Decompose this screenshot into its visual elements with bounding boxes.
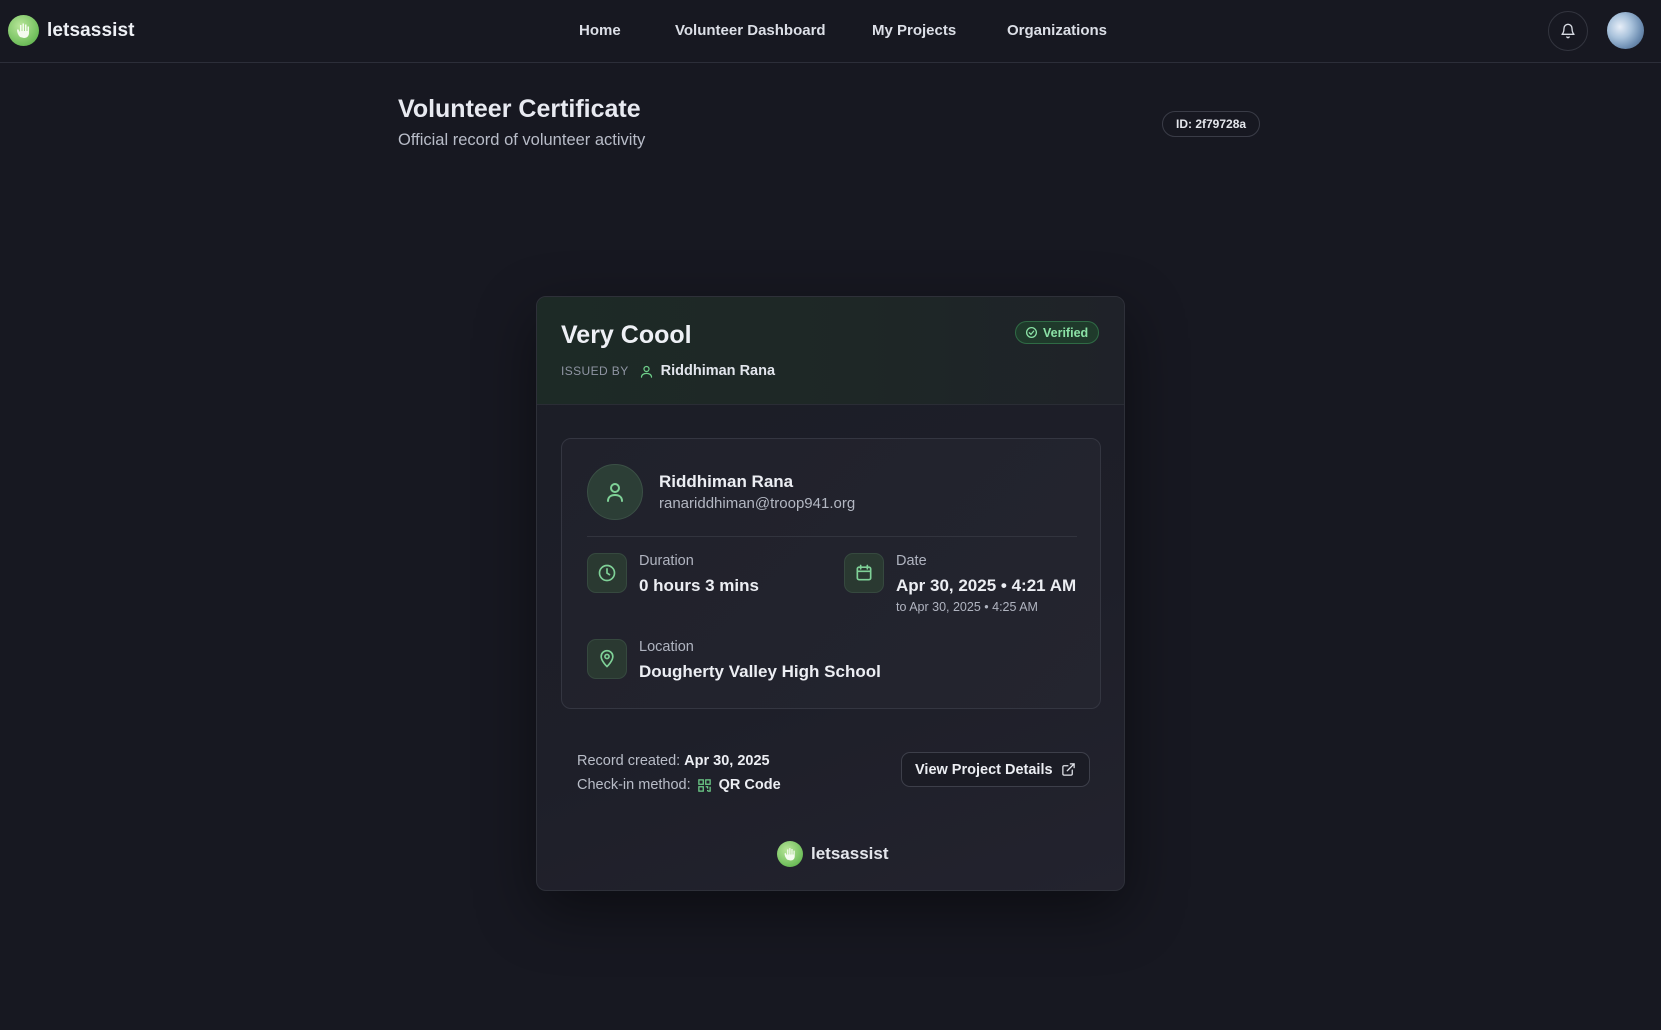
qr-code-icon [697, 778, 711, 792]
checkin-method-row: Check-in method: QR Code [577, 773, 781, 797]
user-icon [640, 365, 652, 378]
record-created-row: Record created: Apr 30, 2025 [577, 749, 781, 773]
page-subtitle: Official record of volunteer activity [398, 131, 646, 149]
clock-icon [598, 564, 616, 582]
bell-icon [1561, 23, 1575, 39]
nav-organizations[interactable]: Organizations [1007, 22, 1107, 39]
record-created-label: Record created: [577, 753, 681, 769]
verified-label: Verified [1043, 325, 1089, 340]
volunteer-email: ranariddhiman@troop941.org [659, 495, 856, 512]
hand-logo-icon [777, 841, 803, 867]
footer-brand-name: letsassist [811, 844, 889, 863]
checkin-method-value: QR Code [718, 777, 781, 793]
notifications-button[interactable] [1548, 11, 1588, 51]
duration-value: 0 hours 3 mins [639, 576, 759, 595]
date-icon-box [844, 553, 884, 593]
nav-my-projects[interactable]: My Projects [872, 22, 956, 39]
certificate-details-panel: Riddhiman Rana ranariddhiman@troop941.or… [561, 438, 1101, 709]
verified-badge: Verified [1015, 321, 1100, 344]
user-avatar-button[interactable] [1607, 12, 1644, 49]
certificate-title: Very Coool [561, 321, 692, 349]
issued-by-row: ISSUED BY Riddhiman Rana [561, 363, 775, 379]
external-link-icon [1061, 763, 1075, 776]
page-title: Volunteer Certificate [398, 95, 641, 123]
check-circle-icon [1025, 326, 1038, 339]
nav-home[interactable]: Home [579, 22, 621, 39]
main-nav: Home Volunteer Dashboard My Projects Org… [0, 22, 1661, 42]
top-navigation-bar: letsassist Home Volunteer Dashboard My P… [0, 0, 1661, 63]
volunteer-name: Riddhiman Rana [659, 472, 794, 491]
location-label: Location [639, 639, 694, 655]
certificate-card: Very Coool ISSUED BY Riddhiman Rana Veri… [536, 296, 1125, 891]
issuer-name: Riddhiman Rana [660, 363, 776, 379]
location-icon-box [587, 639, 627, 679]
calendar-icon [856, 564, 872, 581]
certificate-footer-brand: letsassist [777, 841, 889, 867]
certificate-card-header: Very Coool ISSUED BY Riddhiman Rana Veri… [537, 297, 1124, 405]
certificate-id-badge: ID: 2f79728a [1162, 111, 1261, 137]
volunteer-avatar [587, 464, 643, 520]
issued-by-label: ISSUED BY [561, 364, 629, 378]
duration-icon-box [587, 553, 627, 593]
record-meta: Record created: Apr 30, 2025 Check-in me… [577, 749, 781, 797]
nav-volunteer-dashboard[interactable]: Volunteer Dashboard [675, 22, 826, 39]
duration-label: Duration [639, 553, 694, 569]
date-value: Apr 30, 2025 • 4:21 AM [896, 576, 1077, 595]
user-icon [607, 483, 623, 502]
location-value: Dougherty Valley High School [639, 662, 881, 681]
date-label: Date [896, 553, 927, 569]
divider [587, 536, 1077, 537]
record-created-value: Apr 30, 2025 [684, 753, 770, 769]
view-project-details-label: View Project Details [915, 761, 1053, 778]
checkin-method-label: Check-in method: [577, 777, 691, 793]
date-end: to Apr 30, 2025 • 4:25 AM [896, 600, 1038, 614]
map-pin-icon [600, 649, 614, 668]
view-project-details-button[interactable]: View Project Details [901, 752, 1090, 787]
